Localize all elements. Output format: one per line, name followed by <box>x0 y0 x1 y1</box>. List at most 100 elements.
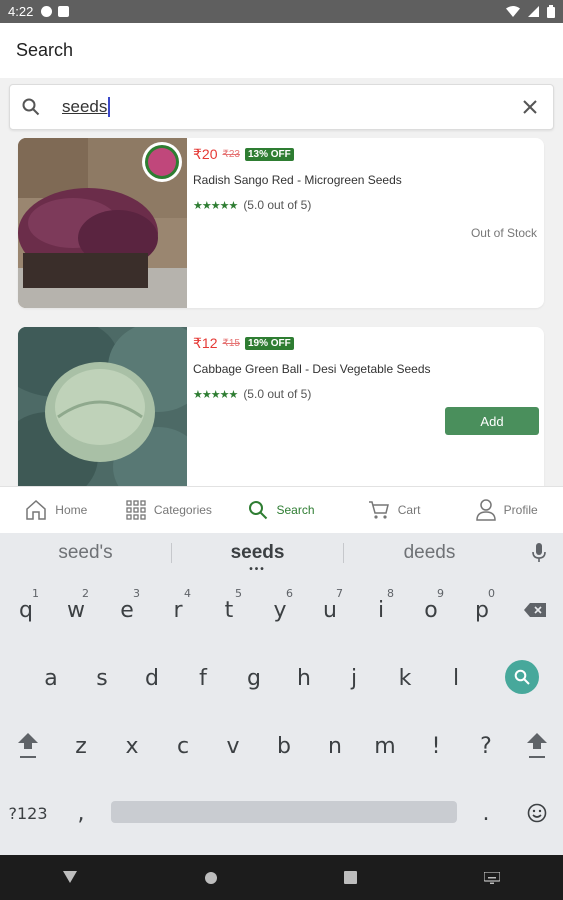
close-icon <box>523 100 537 114</box>
enter-key[interactable] <box>505 660 539 694</box>
search-bar[interactable]: seeds <box>9 84 554 130</box>
key-h[interactable]: h <box>279 650 329 706</box>
suggestion-item-primary[interactable]: seeds ••• <box>172 542 343 575</box>
key-u[interactable]: 7u <box>305 582 355 638</box>
grid-icon <box>126 500 146 520</box>
recents-square-icon[interactable] <box>344 871 358 884</box>
key-e[interactable]: 3e <box>102 582 152 638</box>
key-j[interactable]: j <box>329 650 379 706</box>
key-a[interactable]: a <box>26 650 76 706</box>
rating-stars-icon: ★★★★★ <box>193 388 238 401</box>
key-period[interactable]: . <box>461 785 511 841</box>
rating-text: (5.0 out of 5) <box>243 198 312 212</box>
key-question[interactable]: ? <box>461 718 511 774</box>
nav-cart[interactable]: Cart <box>338 487 451 533</box>
key-t[interactable]: 5t <box>204 582 254 638</box>
wifi-icon <box>506 6 520 17</box>
product-price: ₹12 <box>193 335 218 351</box>
signal-icon <box>528 6 539 17</box>
discount-badge: 13% OFF <box>244 148 294 161</box>
nav-home[interactable]: Home <box>0 487 113 533</box>
key-b[interactable]: b <box>259 718 309 774</box>
mic-key[interactable] <box>515 543 563 563</box>
back-triangle-icon[interactable] <box>63 870 78 885</box>
home-circle-icon[interactable] <box>204 871 218 885</box>
product-price: ₹20 <box>193 146 218 162</box>
shift-key-left[interactable] <box>3 718 53 774</box>
space-bar[interactable] <box>111 801 457 823</box>
key-s[interactable]: s <box>77 650 127 706</box>
nav-search-label: Search <box>276 503 315 517</box>
search-icon <box>10 98 52 116</box>
status-time: 4:22 <box>8 4 34 19</box>
nav-cart-label: Cart <box>397 503 421 517</box>
nav-profile-label: Profile <box>503 503 538 517</box>
search-results-list[interactable]: ₹20 ₹23 13% OFF Radish Sango Red - Micro… <box>0 138 563 486</box>
product-card[interactable]: ₹20 ₹23 13% OFF Radish Sango Red - Micro… <box>18 138 544 308</box>
bottom-navigation: Home Categories Search Cart Profile <box>0 486 563 533</box>
shift-key-right[interactable] <box>512 718 562 774</box>
key-comma[interactable]: , <box>56 785 106 841</box>
system-navigation-bar <box>0 855 563 900</box>
key-r[interactable]: 4r <box>153 582 203 638</box>
key-f[interactable]: f <box>178 650 228 706</box>
product-name[interactable]: Radish Sango Red - Microgreen Seeds <box>193 173 536 187</box>
product-card[interactable]: ₹12 ₹15 19% OFF Cabbage Green Ball - Des… <box>18 327 544 486</box>
key-exclamation[interactable]: ! <box>411 718 461 774</box>
key-x[interactable]: x <box>107 718 157 774</box>
rating-stars-icon: ★★★★★ <box>193 199 238 212</box>
product-name[interactable]: Cabbage Green Ball - Desi Vegetable Seed… <box>193 362 536 376</box>
symbols-key[interactable]: ?123 <box>3 785 53 841</box>
nav-home-label: Home <box>55 503 88 517</box>
add-to-cart-button[interactable]: Add <box>445 407 539 435</box>
backspace-key[interactable] <box>510 582 560 638</box>
keyboard-switch-icon[interactable] <box>483 871 500 884</box>
suggestion-item[interactable]: seed's <box>0 542 171 564</box>
key-n[interactable]: n <box>310 718 360 774</box>
product-mrp: ₹15 <box>222 338 240 349</box>
discount-badge: 19% OFF <box>244 337 294 350</box>
shift-icon <box>527 733 547 758</box>
key-q[interactable]: 1q <box>1 582 51 638</box>
search-input[interactable]: seeds <box>62 97 111 117</box>
key-m[interactable]: m <box>360 718 410 774</box>
home-icon <box>26 499 47 520</box>
emoji-icon <box>527 803 547 823</box>
key-k[interactable]: k <box>380 650 430 706</box>
cart-icon <box>368 501 389 519</box>
product-image[interactable] <box>18 138 187 308</box>
search-icon <box>514 669 530 685</box>
key-z[interactable]: z <box>56 718 106 774</box>
emoji-key[interactable] <box>512 785 562 841</box>
key-o[interactable]: 9o <box>406 582 456 638</box>
key-w[interactable]: 2w <box>51 582 101 638</box>
sd-card-icon <box>58 6 70 17</box>
soft-keyboard: seed's seeds ••• deeds 1q 2w 3e 4r 5t 6y … <box>0 533 563 855</box>
battery-icon <box>547 5 555 18</box>
product-image[interactable] <box>18 327 187 486</box>
microphone-icon <box>532 543 546 562</box>
key-p[interactable]: 0p <box>457 582 507 638</box>
product-mrp: ₹23 <box>222 149 240 160</box>
key-y[interactable]: 6y <box>255 582 305 638</box>
person-icon <box>475 499 496 521</box>
page-title: Search <box>16 40 74 60</box>
search-icon <box>249 501 268 520</box>
clear-search-button[interactable] <box>507 100 553 114</box>
rating-text: (5.0 out of 5) <box>243 387 312 401</box>
out-of-stock-label: Out of Stock <box>470 226 537 240</box>
nav-profile[interactable]: Profile <box>450 487 563 533</box>
key-g[interactable]: g <box>229 650 279 706</box>
app-bar: Search <box>0 23 563 78</box>
key-d[interactable]: d <box>127 650 177 706</box>
suggestion-item[interactable]: deeds <box>344 542 515 564</box>
nav-search[interactable]: Search <box>225 487 338 533</box>
key-v[interactable]: v <box>208 718 258 774</box>
key-c[interactable]: c <box>158 718 208 774</box>
shift-icon <box>18 733 38 758</box>
app-notification-icon <box>41 6 53 17</box>
nav-categories[interactable]: Categories <box>113 487 226 533</box>
key-i[interactable]: 8i <box>356 582 406 638</box>
backspace-icon <box>524 603 546 617</box>
key-l[interactable]: l <box>431 650 481 706</box>
